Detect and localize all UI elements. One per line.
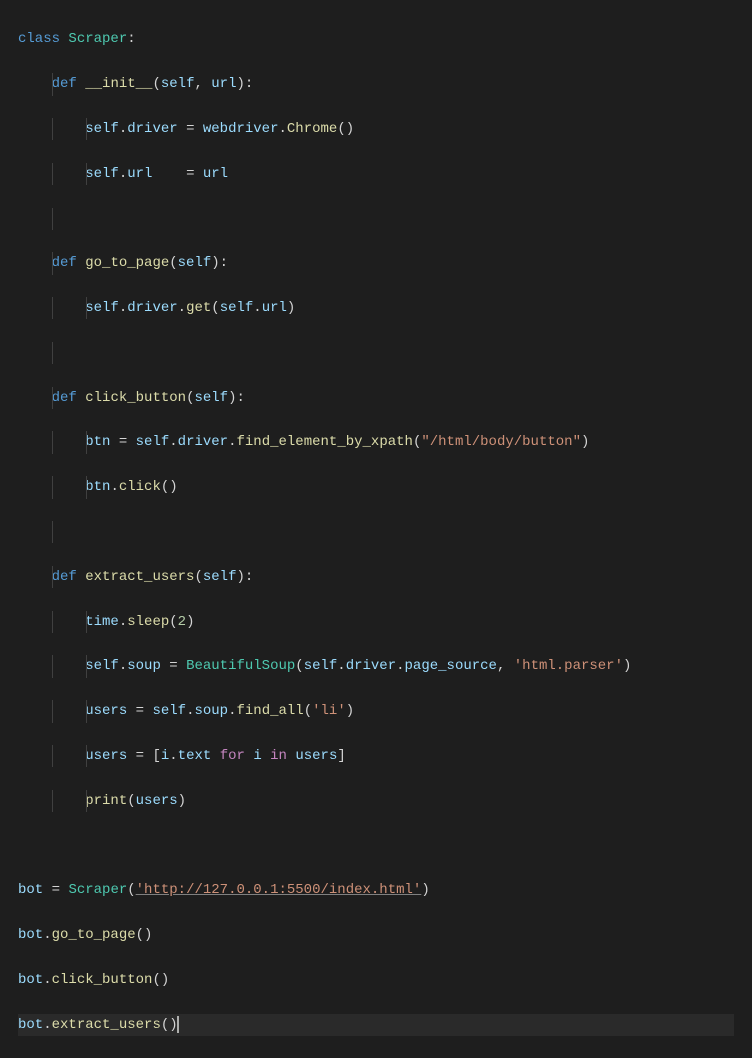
code-line[interactable]: users = self.soup.find_all('li') — [18, 700, 734, 722]
kw-class: class — [18, 31, 60, 47]
fn-extract-users: extract_users — [85, 569, 194, 585]
fn-go-to-page: go_to_page — [85, 255, 169, 271]
code-line[interactable]: btn.click() — [18, 476, 734, 498]
code-line[interactable]: class Scraper: — [18, 28, 734, 50]
code-line[interactable]: bot.click_button() — [18, 969, 734, 991]
code-line[interactable]: print(users) — [18, 790, 734, 812]
code-editor[interactable]: class Scraper: def __init__(self, url): … — [18, 6, 734, 1058]
code-line[interactable]: self.soup = BeautifulSoup(self.driver.pa… — [18, 655, 734, 677]
code-line[interactable]: self.url = url — [18, 163, 734, 185]
cls-name: Scraper — [68, 31, 127, 47]
url-string: 'http://127.0.0.1:5500/index.html' — [136, 882, 422, 898]
cursor-icon — [177, 1016, 179, 1033]
fn-click-button: click_button — [85, 390, 186, 406]
code-line[interactable]: bot.go_to_page() — [18, 924, 734, 946]
code-line[interactable]: bot = Scraper('http://127.0.0.1:5500/ind… — [18, 879, 734, 901]
code-line[interactable]: self.driver.get(self.url) — [18, 297, 734, 319]
code-line[interactable]: def __init__(self, url): — [18, 73, 734, 95]
code-line[interactable]: time.sleep(2) — [18, 611, 734, 633]
fn-init: __init__ — [85, 76, 152, 92]
code-line[interactable]: def go_to_page(self): — [18, 252, 734, 274]
code-line[interactable] — [18, 834, 734, 856]
code-line-current[interactable]: bot.extract_users() — [18, 1014, 734, 1036]
code-line[interactable] — [18, 521, 734, 543]
code-line[interactable]: def extract_users(self): — [18, 566, 734, 588]
code-line[interactable] — [18, 342, 734, 364]
code-line[interactable] — [18, 208, 734, 230]
code-line[interactable]: self.driver = webdriver.Chrome() — [18, 118, 734, 140]
code-line[interactable]: users = [i.text for i in users] — [18, 745, 734, 767]
code-line[interactable]: btn = self.driver.find_element_by_xpath(… — [18, 431, 734, 453]
code-line[interactable]: def click_button(self): — [18, 387, 734, 409]
